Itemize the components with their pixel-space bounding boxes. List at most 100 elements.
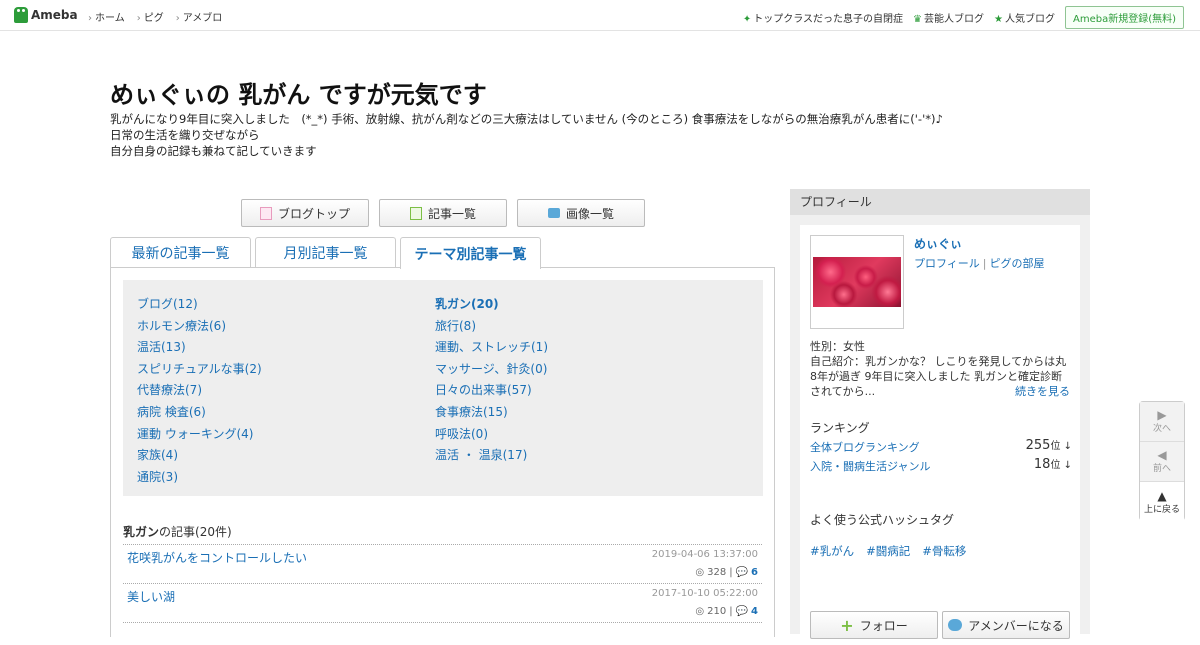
tab-latest[interactable]: 最新の記事一覧 xyxy=(110,237,251,268)
entry-title[interactable]: 花咲乳がんをコントロールしたい xyxy=(127,549,307,566)
ranking-unit: 位 ↓ xyxy=(1050,460,1072,471)
popular-blog-label: 人気ブログ xyxy=(1004,14,1055,25)
back-to-top-button[interactable]: ▲ 上に戻る xyxy=(1140,482,1184,522)
theme-link[interactable]: 家族(4) xyxy=(137,445,262,467)
list-tabs: 最新の記事一覧 月別記事一覧 テーマ別記事一覧 xyxy=(110,237,541,269)
tab-theme[interactable]: テーマ別記事一覧 xyxy=(400,237,541,269)
register-button[interactable]: Ameba新規登録(無料) xyxy=(1064,6,1184,29)
theme-link[interactable]: ブログ(12) xyxy=(137,294,262,316)
hashtag-link[interactable]: #乳がん xyxy=(810,543,854,559)
theme-link[interactable]: 通院(3) xyxy=(137,467,262,489)
theme-link[interactable]: 病院 検査(6) xyxy=(137,402,262,424)
follow-button[interactable]: + フォロー xyxy=(810,611,938,639)
blog-desc-line: 自分自身の記録も兼ねて記していきます xyxy=(110,144,317,158)
popular-blog-link[interactable]: ★ 人気ブログ xyxy=(994,10,1055,25)
entry-comments[interactable]: 6 xyxy=(751,567,758,578)
copy-icon xyxy=(409,206,422,220)
entry-row: 花咲乳がんをコントロールしたい 2019-04-06 13:37:00 ◎ 328… xyxy=(123,544,762,583)
theme-link[interactable]: マッサージ、針灸(0) xyxy=(435,359,548,381)
ranking-value: 18位 ↓ xyxy=(1034,456,1072,472)
theme-link[interactable]: 運動、ストレッチ(1) xyxy=(435,337,548,359)
pigg-room-link[interactable]: ピグの部屋 xyxy=(990,257,1045,270)
section-heading: 乳ガンの記事(20件) xyxy=(123,523,232,540)
prev-button[interactable]: ◀ 前へ xyxy=(1140,442,1184,482)
sparkle-icon: ✦ xyxy=(742,14,752,25)
page-pager: ▶ 次へ ◀ 前へ ▲ 上に戻る xyxy=(1139,401,1185,522)
read-more-link[interactable]: 続きを見る xyxy=(1015,383,1070,399)
theme-link[interactable]: 運動 ウォーキング(4) xyxy=(137,424,262,446)
theme-column-left: ブログ(12) ホルモン療法(6) 温活(13) スピリチュアルな事(2) 代替… xyxy=(137,294,262,488)
section-theme-name: 乳ガン xyxy=(123,525,160,539)
theme-link[interactable]: 旅行(8) xyxy=(435,316,548,338)
hashtag-link[interactable]: #闘病記 xyxy=(866,543,910,559)
plus-icon: + xyxy=(840,615,854,635)
profile-links: プロフィール | ピグの部屋 xyxy=(914,255,1045,271)
amember-button[interactable]: アメンバーになる xyxy=(942,611,1070,639)
separator: | xyxy=(982,257,987,270)
theme-link[interactable]: ホルモン療法(6) xyxy=(137,316,262,338)
back-icon: ◀ xyxy=(1157,448,1167,462)
entry-title[interactable]: 美しい湖 xyxy=(127,588,175,605)
hashtag-link[interactable]: #骨転移 xyxy=(922,543,966,559)
ameba-logo[interactable]: Ameba xyxy=(14,7,78,23)
comment-icon: 💬 xyxy=(735,567,749,578)
blog-nav-buttons: ブログトップ 記事一覧 画像一覧 xyxy=(241,199,645,227)
entry-comments[interactable]: 4 xyxy=(751,606,758,617)
ranking-number: 18 xyxy=(1033,457,1051,472)
article-list-button[interactable]: 記事一覧 xyxy=(379,199,507,227)
celebrity-blog-link[interactable]: ♛ 芸能人ブログ xyxy=(913,10,984,25)
ranking-row: 全体ブログランキング 255位 ↓ xyxy=(810,438,1072,455)
theme-link[interactable]: 呼吸法(0) xyxy=(435,424,548,446)
sidebar: プロフィール めぃぐぃ プロフィール | ピグの部屋 性別：女性 自己紹介：乳ガンか… xyxy=(790,189,1090,645)
theme-link[interactable]: 温活(13) xyxy=(137,337,262,359)
blog-top-button[interactable]: ブログトップ xyxy=(241,199,369,227)
amember-label: アメンバーになる xyxy=(968,618,1064,633)
follow-buttons: + フォロー アメンバーになる xyxy=(810,611,1070,639)
profile-name[interactable]: めぃぐぃ xyxy=(914,235,962,252)
prev-label: 前へ xyxy=(1152,464,1171,474)
up-arrow-icon: ▲ xyxy=(1157,488,1167,503)
celebrity-blog-label: 芸能人ブログ xyxy=(924,14,985,25)
entry-date: 2017-10-10 05:22:00 xyxy=(651,588,758,599)
hashtag-heading: よく使う公式ハッシュタグ xyxy=(810,513,955,527)
blog-description: 乳がんになり9年目に突入しました (*_*) 手術、放射線、抗がん剤などの三大療… xyxy=(110,111,943,159)
theme-link[interactable]: 温活 ・ 温泉(17) xyxy=(435,445,548,467)
ranking-link[interactable]: 入院・闘病生活ジャンル xyxy=(810,460,930,473)
star-icon: ★ xyxy=(994,14,1003,25)
profile-gender: 性別：女性 xyxy=(810,340,865,353)
profile-photo[interactable] xyxy=(810,235,904,329)
nav-ameblo[interactable]: アメブロ xyxy=(176,9,223,24)
entry-meta: ◎ 328 | 💬 6 xyxy=(695,567,758,578)
theme-link[interactable]: 日々の出来事(57) xyxy=(435,380,548,402)
poinsettia-image xyxy=(813,257,901,307)
blog-title[interactable]: めぃぐぃの 乳がん ですが元気です xyxy=(110,75,487,110)
next-label: 次へ xyxy=(1152,424,1171,434)
image-list-button[interactable]: 画像一覧 xyxy=(517,199,645,227)
blog-desc-line: 日常の生活を織り交ぜながら xyxy=(110,128,260,142)
ranking-heading: ランキング xyxy=(810,421,870,435)
top-right-links: ✦ トップクラスだった息子の自閉症 ♛ 芸能人ブログ ★ 人気ブログ Ameba新規登… xyxy=(743,6,1184,29)
profile-link[interactable]: プロフィール xyxy=(914,257,980,270)
back-to-top-label: 上に戻る xyxy=(1143,504,1180,515)
trend-link[interactable]: ✦ トップクラスだった息子の自閉症 xyxy=(743,10,903,25)
nav-home[interactable]: ホーム xyxy=(88,9,125,24)
image-list-label: 画像一覧 xyxy=(565,206,614,221)
tab-monthly[interactable]: 月別記事一覧 xyxy=(255,237,396,268)
ranking-unit: 位 ↓ xyxy=(1050,441,1072,452)
theme-link[interactable]: 食事療法(15) xyxy=(435,402,548,424)
nav-pigg[interactable]: ピグ xyxy=(137,9,164,24)
theme-link[interactable]: スピリチュアルな事(2) xyxy=(137,359,262,381)
follow-label: フォロー xyxy=(859,618,908,633)
theme-column-right: 乳ガン(20) 旅行(8) 運動、ストレッチ(1) マッサージ、針灸(0) 日々… xyxy=(435,294,548,467)
entry-date: 2019-04-06 13:37:00 xyxy=(651,549,758,560)
next-button[interactable]: ▶ 次へ xyxy=(1140,402,1184,442)
theme-link[interactable]: 代替療法(7) xyxy=(137,380,262,402)
crown-icon: ♛ xyxy=(913,14,923,25)
camera-icon xyxy=(547,208,560,218)
theme-list: ブログ(12) ホルモン療法(6) 温活(13) スピリチュアルな事(2) 代替… xyxy=(123,280,763,496)
hashtag-list: #乳がん #闘病記 #骨転移 xyxy=(810,543,966,559)
ranking-link[interactable]: 全体ブログランキング xyxy=(810,441,920,454)
theme-link-current[interactable]: 乳ガン(20) xyxy=(435,294,548,316)
entry-meta: ◎ 210 | 💬 4 xyxy=(695,606,758,617)
article-list-label: 記事一覧 xyxy=(427,206,476,221)
